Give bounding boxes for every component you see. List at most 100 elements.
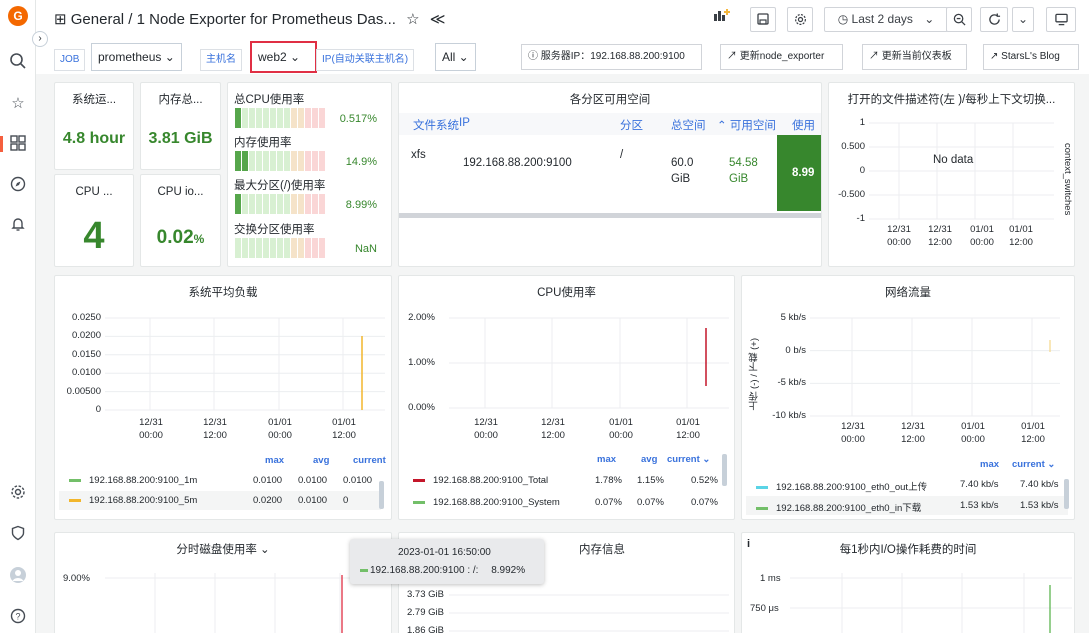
cell-mount: / — [620, 149, 624, 161]
partition-space-panel[interactable]: 各分区可用空间 文件系统 IP 分区 总空间 ⌃ 可用空间 使用 xfs 192… — [398, 82, 822, 267]
x-tick-label: 00:00 — [887, 237, 911, 248]
legend-item[interactable]: 192.168.88.200:9100_1m — [69, 475, 197, 486]
host-variable-select[interactable]: web2 ⌄ — [250, 41, 317, 73]
context-switches-axis-label: context_switches — [1062, 143, 1073, 216]
x-tick-label: 00:00 — [841, 434, 865, 445]
legend-header[interactable]: max — [597, 454, 616, 465]
ip-variable-select[interactable]: All ⌄ — [435, 43, 476, 71]
starred-icon[interactable]: ☆ — [8, 94, 28, 114]
x-tick-label: 12:00 — [332, 430, 356, 441]
shield-icon[interactable] — [8, 525, 28, 545]
horizontal-scrollbar[interactable] — [399, 213, 821, 218]
gauge-segment — [270, 194, 276, 214]
col-filesystem[interactable]: 文件系统 — [413, 117, 459, 133]
cpu-iowait-panel[interactable]: CPU io... 0.02% — [140, 174, 221, 267]
y-tick-label: 2.00% — [408, 312, 435, 323]
alerting-bell-icon[interactable] — [8, 216, 28, 236]
tooltip-series: 192.168.88.200:9100 : /: — [370, 565, 479, 576]
legend-scrollbar[interactable] — [1064, 479, 1069, 509]
grafana-logo-icon[interactable]: G — [8, 6, 28, 26]
gauge-segment — [312, 151, 318, 171]
zoom-out-icon[interactable] — [946, 7, 972, 32]
legend-scrollbar[interactable] — [722, 454, 727, 486]
legend-header[interactable]: current ⌄ — [1012, 459, 1055, 470]
search-icon[interactable] — [8, 52, 28, 72]
share-icon[interactable]: ≪ — [430, 11, 446, 28]
update-node-exporter-link[interactable]: ↗ 更新node_exporter — [720, 44, 843, 70]
io-time-panel[interactable]: i 每1秒内I/O操作耗费的时间 1 ms 750 μs — [741, 532, 1075, 633]
y-tick-label: 0.500 — [841, 141, 865, 152]
expand-sidebar-chevron-icon[interactable]: › — [32, 31, 48, 47]
legend-scrollbar[interactable] — [379, 481, 384, 509]
settings-gear-icon[interactable] — [8, 484, 28, 504]
x-tick-label: 01/01 — [961, 421, 985, 432]
usage-gauges-panel[interactable]: 总CPU使用率 0.517% 内存使用率 14.9% 最大分区(/)使用率 8.99% 交换… — [227, 82, 392, 267]
load-average-panel[interactable]: 系统平均负载 0.0250 0.0200 0.0150 0.0100 0.00500 0 1… — [54, 275, 392, 520]
help-icon[interactable]: ? — [8, 608, 28, 628]
cpu-cores-panel[interactable]: CPU ... 4 — [54, 174, 134, 267]
col-used[interactable]: 使用 — [792, 117, 815, 133]
gauge-segment — [256, 194, 262, 214]
explore-icon[interactable] — [8, 176, 28, 196]
gauge-segment — [319, 151, 325, 171]
dashboards-icon[interactable] — [8, 135, 28, 155]
legend-item[interactable]: 192.168.88.200:9100_System — [413, 497, 560, 508]
x-tick-label: 00:00 — [474, 430, 498, 441]
blog-link[interactable]: ↗ StarsL's Blog — [983, 44, 1079, 70]
cpu-usage-panel[interactable]: CPU使用率 2.00% 1.00% 0.00% 12/31 00:00 12/31 12:… — [398, 275, 735, 520]
dashboard-title[interactable]: General / 1 Node Exporter for Prometheus… — [71, 11, 396, 28]
update-dashboard-link[interactable]: ↗ 更新当前仪表板 — [862, 44, 967, 70]
legend-header[interactable]: current — [353, 455, 386, 466]
legend-item[interactable]: 192.168.88.200:9100_5m — [69, 495, 197, 506]
gauge-segment — [270, 238, 276, 258]
dashboard-settings-icon[interactable] — [787, 7, 813, 32]
user-avatar-icon[interactable] — [8, 566, 28, 586]
legend-max: 1.53 kb/s — [960, 500, 999, 511]
gauge-segment — [277, 108, 283, 128]
uptime-panel[interactable]: 系统运... 4.8 hour — [54, 82, 134, 170]
job-variable-select[interactable]: prometheus ⌄ — [91, 43, 182, 71]
gauge-segment — [305, 108, 311, 128]
legend-max: 0.07% — [595, 497, 622, 508]
tv-mode-icon[interactable] — [1046, 7, 1076, 32]
legend-header[interactable]: max — [980, 459, 999, 470]
gauge-segment — [312, 238, 318, 258]
graph-tooltip: 2023-01-01 16:50:00 192.168.88.200:9100 … — [350, 539, 544, 584]
legend-swatch — [756, 485, 768, 489]
col-ip[interactable]: IP — [459, 117, 470, 129]
save-dashboard-icon[interactable] — [750, 7, 776, 32]
fd-context-switch-panel[interactable]: 打开的文件描述符(左 )/每秒上下文切换... No data context_… — [828, 82, 1075, 267]
legend-item[interactable]: 192.168.88.200:9100_eth0_out上传 — [756, 479, 927, 493]
x-tick-label: 12/31 — [203, 417, 227, 428]
gauge-value: 0.517% — [339, 113, 377, 125]
col-total[interactable]: 总空间 — [671, 117, 706, 133]
network-traffic-panel[interactable]: 网络流量 上传 (-) / 下载 (+) 5 kb/s 0 b/s -5 kb/s -… — [741, 275, 1075, 520]
legend-header[interactable]: max — [265, 455, 284, 466]
col-available[interactable]: ⌃ 可用空间 — [717, 117, 776, 133]
gauge-title: 总CPU使用率 — [234, 94, 305, 106]
memory-total-panel[interactable]: 内存总... 3.81 GiB — [140, 82, 221, 170]
server-ip-link[interactable]: ⓘ 服务器IP：192.168.88.200:9100 — [521, 44, 702, 70]
time-range-picker[interactable]: ◷ Last 2 days ⌄ — [824, 7, 948, 32]
refresh-interval-dropdown[interactable]: ⌄ — [1012, 7, 1034, 32]
legend-header[interactable]: avg — [313, 455, 329, 466]
col-mount[interactable]: 分区 — [620, 117, 643, 133]
tooltip-row: 192.168.88.200:9100 : /: 8.992% — [360, 565, 525, 576]
x-tick-label: 12/31 — [901, 421, 925, 432]
add-panel-icon[interactable] — [706, 7, 738, 32]
legend-header[interactable]: current ⌄ — [667, 454, 710, 465]
cell-used: 8.99 — [792, 167, 815, 179]
legend-header[interactable]: avg — [641, 454, 657, 465]
disk-usage-time-panel[interactable]: 分时磁盘使用率 ⌄ 9.00% — [54, 532, 392, 633]
host-variable-label: 主机名 — [200, 49, 242, 71]
gauge-segment — [263, 108, 269, 128]
legend-current: 1.53 kb/s — [1020, 500, 1059, 511]
gauge-title: 内存使用率 — [234, 137, 292, 149]
legend-item[interactable]: 192.168.88.200:9100_eth0_in下载 — [756, 500, 921, 514]
legend-item[interactable]: 192.168.88.200:9100_Total — [413, 475, 548, 486]
col-available-label: 可用空间 — [729, 120, 776, 132]
refresh-icon[interactable] — [980, 7, 1008, 32]
star-dashboard-icon[interactable]: ☆ — [406, 11, 419, 28]
io-ytick-2: 750 μs — [750, 603, 779, 614]
cell-ip: 192.168.88.200:9100 — [463, 157, 572, 169]
